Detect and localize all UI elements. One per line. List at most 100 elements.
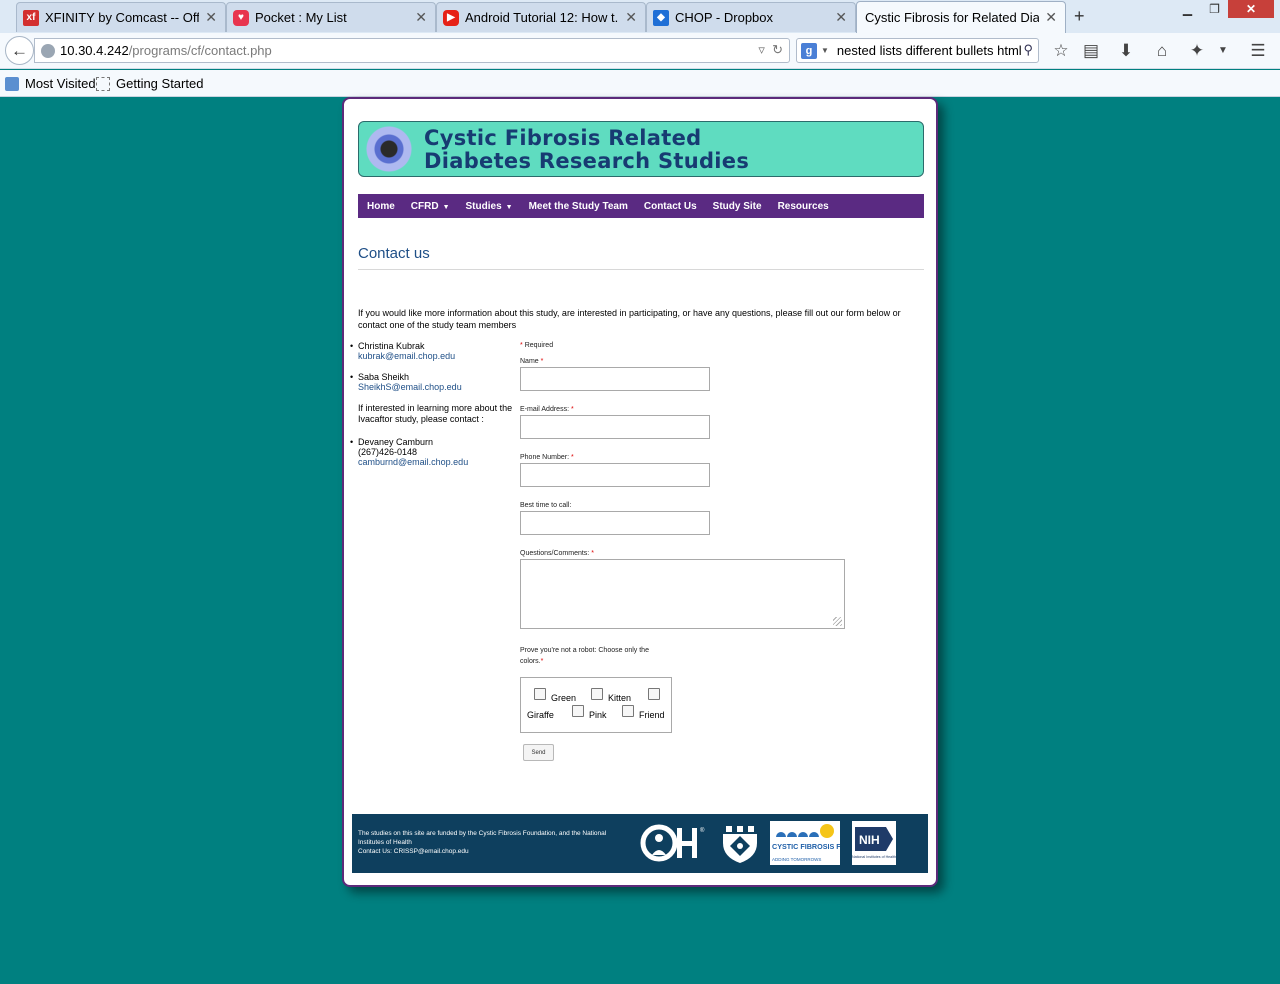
close-tab-icon[interactable]: ✕ — [1045, 9, 1057, 26]
nih-logo[interactable]: NIH National Institutes of Health — [852, 821, 896, 865]
restore-icon[interactable]: ❐ — [1201, 0, 1228, 18]
required-asterisk: * — [591, 550, 594, 557]
site-identity-icon[interactable] — [41, 43, 55, 58]
funding-note: The studies on this site are funded by t… — [358, 830, 607, 846]
tab-cfrd-active[interactable]: Cystic Fibrosis for Related Diab... ✕ — [856, 1, 1066, 33]
url-host: 10.30.4.242 — [60, 43, 129, 58]
chop-logo[interactable]: ® — [640, 821, 712, 865]
back-arrow-icon: ← — [11, 40, 28, 60]
menu-item-resources[interactable]: Resources — [775, 201, 832, 212]
nih-logo-text: NIH — [859, 833, 880, 847]
site-banner[interactable]: Cystic Fibrosis Related Diabetes Researc… — [358, 121, 924, 177]
tab-title: CHOP - Dropbox — [675, 10, 774, 25]
tab-dropbox[interactable]: ◆ CHOP - Dropbox ✕ — [646, 2, 856, 32]
download-icon[interactable]: ⬇ — [1115, 41, 1137, 61]
captcha-checkbox-kitten[interactable] — [591, 688, 603, 700]
contact-name: Christina Kubrak — [358, 341, 425, 351]
menu-item-study-site[interactable]: Study Site — [710, 201, 765, 212]
captcha-box: Green Kitten Giraffe Pink Friend — [520, 677, 672, 733]
email-field[interactable] — [520, 415, 710, 439]
bookmark-most-visited[interactable]: Most Visited — [5, 76, 96, 91]
page-container: Cystic Fibrosis Related Diabetes Researc… — [342, 97, 938, 887]
list-item: • Devaney Camburn (267)426-0148 camburnd… — [350, 437, 515, 467]
window-close-icon[interactable]: ✕ — [1228, 0, 1274, 18]
youtube-icon: ▶ — [443, 9, 459, 26]
close-tab-icon[interactable]: ✕ — [625, 9, 637, 26]
tab-xfinity[interactable]: xf XFINITY by Comcast -- Off... ✕ — [16, 2, 226, 32]
menu-icon[interactable]: ☰ — [1247, 41, 1269, 61]
tab-youtube[interactable]: ▶ Android Tutorial 12: How t... ✕ — [436, 2, 646, 32]
cystic-fibrosis-foundation-logo[interactable]: CYSTIC FIBROSIS FOUNDATION ADDING TOMORR… — [770, 821, 840, 865]
close-tab-icon[interactable]: ✕ — [205, 9, 217, 26]
captcha-checkbox-pink[interactable] — [572, 705, 584, 717]
menu-item-studies[interactable]: Studies ▼ — [463, 201, 516, 212]
flower-logo-icon — [366, 126, 412, 172]
tab-title: Cystic Fibrosis for Related Diab... — [865, 10, 1040, 25]
contact-name: Saba Sheikh — [358, 372, 410, 382]
reading-list-icon[interactable]: ▤ — [1080, 41, 1102, 61]
tab-title: Pocket : My List — [255, 10, 347, 25]
new-tab-button[interactable]: + — [1074, 6, 1085, 27]
captcha-option-label: Friend — [639, 710, 665, 720]
intro-text: If you would like more information about… — [358, 308, 901, 330]
label-text: E-mail Address: — [520, 406, 570, 413]
captcha-checkbox-green[interactable] — [534, 688, 546, 700]
contact-phone: (267)426-0148 — [358, 447, 418, 457]
comments-textarea[interactable] — [520, 559, 845, 629]
google-icon[interactable]: g — [801, 42, 817, 59]
required-asterisk: * — [540, 658, 544, 665]
close-tab-icon[interactable]: ✕ — [415, 9, 427, 26]
close-tab-icon[interactable]: ✕ — [835, 9, 847, 26]
name-field[interactable] — [520, 367, 710, 391]
captcha-checkbox-friend[interactable] — [622, 705, 634, 717]
penn-logo[interactable] — [720, 821, 760, 865]
home-icon[interactable]: ⌂ — [1151, 41, 1173, 61]
required-asterisk: * — [540, 358, 544, 365]
cff-logo-text: CYSTIC FIBROSIS FOUNDATION — [772, 842, 840, 851]
menu-item-cfrd[interactable]: CFRD ▼ — [408, 201, 453, 212]
caret-down-icon: ▼ — [505, 203, 513, 211]
divider — [358, 269, 924, 270]
site-footer: The studies on this site are funded by t… — [352, 814, 928, 873]
menu-item-contact[interactable]: Contact Us — [641, 201, 700, 212]
contact-email-link[interactable]: SheikhS@email.chop.edu — [358, 382, 515, 392]
captcha-checkbox-giraffe[interactable] — [648, 688, 660, 700]
back-button[interactable]: ← — [5, 36, 34, 65]
contact-email-link[interactable]: camburnd@email.chop.edu — [358, 457, 515, 467]
captcha-option-label: Green — [551, 693, 577, 703]
tab-pocket[interactable]: ♥ Pocket : My List ✕ — [226, 2, 436, 32]
contact-email-link[interactable]: kubrak@email.chop.edu — [358, 351, 515, 361]
addon-icon[interactable]: ✦ — [1186, 41, 1208, 61]
email-label: E-mail Address: * — [520, 406, 574, 413]
label-text: Name — [520, 358, 539, 365]
search-icon[interactable]: ⚲ — [1023, 42, 1033, 58]
send-button[interactable]: Send — [523, 744, 554, 761]
minimize-icon[interactable]: ▁ — [1174, 0, 1201, 18]
url-bar[interactable]: 10.30.4.242/programs/cf/contact.php ▿ ↻ — [34, 38, 790, 63]
search-bar[interactable]: g ▼ nested lists different bullets html … — [796, 38, 1039, 63]
tab-title: Android Tutorial 12: How t... — [465, 10, 620, 25]
best-time-field[interactable] — [520, 511, 710, 535]
bookmark-star-icon[interactable]: ☆ — [1050, 41, 1072, 61]
chevron-down-icon[interactable]: ▼ — [821, 46, 829, 55]
chevron-down-icon[interactable]: ▼ — [1212, 45, 1234, 56]
bookmark-label: Most Visited — [25, 76, 96, 91]
pocket-icon: ♥ — [233, 9, 249, 26]
menu-item-home[interactable]: Home — [364, 201, 398, 212]
bookmark-folder-icon — [5, 76, 19, 91]
resize-grip-icon[interactable] — [833, 617, 842, 626]
reload-icon[interactable]: ▿ ↻ — [758, 42, 783, 58]
navigation-bar: ← 10.30.4.242/programs/cf/contact.php ▿ … — [0, 33, 1280, 69]
menu-item-team[interactable]: Meet the Study Team — [526, 201, 631, 212]
search-input[interactable]: nested lists different bullets html — [837, 43, 1022, 58]
tab-title: XFINITY by Comcast -- Off... — [45, 10, 200, 25]
phone-field[interactable] — [520, 463, 710, 487]
required-note-text: Required — [524, 342, 554, 349]
bullet-icon: • — [350, 437, 354, 447]
required-note: * Required — [520, 342, 553, 349]
bookmark-getting-started[interactable]: Getting Started — [96, 76, 203, 91]
footer-contact[interactable]: Contact Us: CRISSP@email.chop.edu — [358, 847, 628, 856]
phone-label: Phone Number: * — [520, 454, 574, 461]
banner-title-line2: Diabetes Research Studies — [424, 149, 750, 173]
menu-label: Contact Us — [643, 200, 697, 212]
